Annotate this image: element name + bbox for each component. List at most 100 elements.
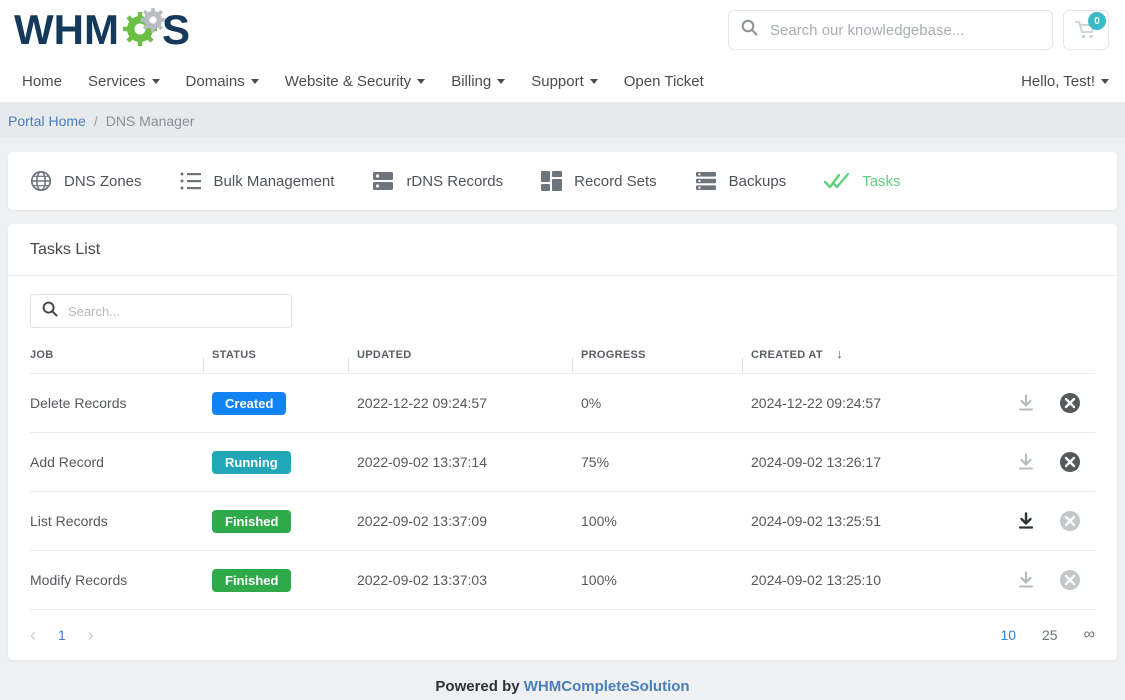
tasks-table-body: Delete Records Created 2022-12-22 09:24:… xyxy=(30,374,1095,610)
column-header-progress[interactable]: PROGRESS xyxy=(581,346,751,374)
chevron-down-icon xyxy=(152,79,160,84)
download-icon xyxy=(1017,512,1035,530)
tasks-table-head: JOB STATUS UPDATED PROGRESS xyxy=(30,346,1095,374)
table-row[interactable]: List Records Finished 2022-09-02 13:37:0… xyxy=(30,492,1095,551)
cell-actions xyxy=(951,551,1095,610)
list-icon xyxy=(180,171,202,191)
column-label: STATUS xyxy=(212,349,256,361)
column-resizer[interactable] xyxy=(572,358,573,372)
column-label: JOB xyxy=(30,349,54,361)
pagination: ‹ 1 › 10 25 ∞ xyxy=(8,610,1117,660)
download-button[interactable] xyxy=(1011,565,1041,595)
download-button[interactable] xyxy=(1011,388,1041,418)
nav-label: Website & Security xyxy=(285,73,411,90)
whmcs-logo-icon: WHM xyxy=(14,8,204,52)
column-label: UPDATED xyxy=(357,349,411,361)
pagination-page-1[interactable]: 1 xyxy=(58,627,66,643)
tab-label: Bulk Management xyxy=(214,173,335,190)
nav-label: Home xyxy=(22,73,62,90)
table-row[interactable]: Modify Records Finished 2022-09-02 13:37… xyxy=(30,551,1095,610)
cell-progress: 0% xyxy=(581,374,751,433)
page-size-25[interactable]: 25 xyxy=(1042,627,1058,643)
nav-item-services[interactable]: Services xyxy=(88,73,160,90)
status-badge: Created xyxy=(212,392,286,415)
tab-rdns-records[interactable]: rDNS Records xyxy=(372,171,503,191)
nav-label: Support xyxy=(531,73,584,90)
breadcrumb-portal-home[interactable]: Portal Home xyxy=(8,113,86,129)
column-resizer[interactable] xyxy=(742,358,743,372)
account-menu[interactable]: Hello, Test! xyxy=(1021,73,1109,90)
column-resizer[interactable] xyxy=(203,358,204,372)
status-badge: Running xyxy=(212,451,291,474)
download-icon xyxy=(1017,394,1035,412)
account-menu-container: Hello, Test! xyxy=(1021,73,1109,90)
column-header-created-at[interactable]: CREATED AT ↓ xyxy=(751,346,951,374)
whmcs-logo[interactable]: WHM xyxy=(14,6,204,54)
column-header-status[interactable]: STATUS xyxy=(212,346,357,374)
dns-manager-tabs: DNS Zones Bulk Management xyxy=(8,152,1117,210)
tab-record-sets[interactable]: Record Sets xyxy=(541,171,657,191)
cell-job: Add Record xyxy=(30,433,212,492)
nav-item-domains[interactable]: Domains xyxy=(186,73,259,90)
breadcrumb-separator: / xyxy=(94,113,98,129)
column-resizer[interactable] xyxy=(348,358,349,372)
cell-progress: 100% xyxy=(581,551,751,610)
download-icon xyxy=(1017,453,1035,471)
download-icon xyxy=(1017,571,1035,589)
footer-prefix: Powered by xyxy=(435,678,523,695)
tab-tasks[interactable]: Tasks xyxy=(824,172,900,190)
cell-progress: 100% xyxy=(581,492,751,551)
status-badge: Finished xyxy=(212,510,291,533)
knowledgebase-search[interactable] xyxy=(728,10,1053,50)
tab-bulk-management[interactable]: Bulk Management xyxy=(180,171,335,191)
header-actions: 0 xyxy=(728,10,1109,50)
search-icon xyxy=(741,19,758,41)
cancel-button[interactable] xyxy=(1055,447,1085,477)
nav-item-open-ticket[interactable]: Open Ticket xyxy=(624,73,704,90)
table-row[interactable]: Delete Records Created 2022-12-22 09:24:… xyxy=(30,374,1095,433)
column-header-updated[interactable]: UPDATED xyxy=(357,346,581,374)
tab-dns-zones[interactable]: DNS Zones xyxy=(30,170,142,192)
download-button[interactable] xyxy=(1011,447,1041,477)
footer-link[interactable]: WHMCompleteSolution xyxy=(524,678,690,695)
nav-item-support[interactable]: Support xyxy=(531,73,598,90)
tab-label: DNS Zones xyxy=(64,173,142,190)
column-label: CREATED AT xyxy=(751,349,823,361)
tab-backups[interactable]: Backups xyxy=(695,171,787,191)
site-header: WHM xyxy=(0,0,1125,60)
tasks-search[interactable] xyxy=(30,294,292,328)
svg-text:S: S xyxy=(162,8,190,52)
nav-item-website-security[interactable]: Website & Security xyxy=(285,73,425,90)
cancel-icon xyxy=(1059,392,1081,414)
pagination-next[interactable]: › xyxy=(88,626,94,644)
tasks-table: JOB STATUS UPDATED PROGRESS xyxy=(30,346,1095,610)
tasks-search-input[interactable] xyxy=(68,304,280,319)
panel-title: Tasks List xyxy=(8,224,1117,276)
double-check-icon xyxy=(824,172,850,190)
grid-icon xyxy=(541,171,562,191)
cell-created-at: 2024-09-02 13:25:10 xyxy=(751,551,951,610)
nav-item-home[interactable]: Home xyxy=(22,73,62,90)
search-input[interactable] xyxy=(770,22,1040,39)
main-navigation: Home Services Domains Website & Security… xyxy=(0,60,1125,103)
page-size-selector: 10 25 ∞ xyxy=(1000,626,1095,644)
cancel-button xyxy=(1055,565,1085,595)
column-header-job[interactable]: JOB xyxy=(30,346,212,374)
cell-job: Delete Records xyxy=(30,374,212,433)
page-size-10[interactable]: 10 xyxy=(1000,627,1016,643)
chevron-down-icon xyxy=(497,79,505,84)
cancel-button xyxy=(1055,506,1085,536)
page-size-all[interactable]: ∞ xyxy=(1084,626,1095,644)
cancel-button[interactable] xyxy=(1055,388,1085,418)
column-label: PROGRESS xyxy=(581,349,646,361)
breadcrumb-current: DNS Manager xyxy=(106,113,195,129)
nav-item-billing[interactable]: Billing xyxy=(451,73,505,90)
pagination-prev[interactable]: ‹ xyxy=(30,626,36,644)
download-button[interactable] xyxy=(1011,506,1041,536)
cell-status: Finished xyxy=(212,551,357,610)
cell-created-at: 2024-12-22 09:24:57 xyxy=(751,374,951,433)
cart-button[interactable]: 0 xyxy=(1063,10,1109,50)
cell-created-at: 2024-09-02 13:26:17 xyxy=(751,433,951,492)
cell-status: Created xyxy=(212,374,357,433)
table-row[interactable]: Add Record Running 2022-09-02 13:37:14 7… xyxy=(30,433,1095,492)
